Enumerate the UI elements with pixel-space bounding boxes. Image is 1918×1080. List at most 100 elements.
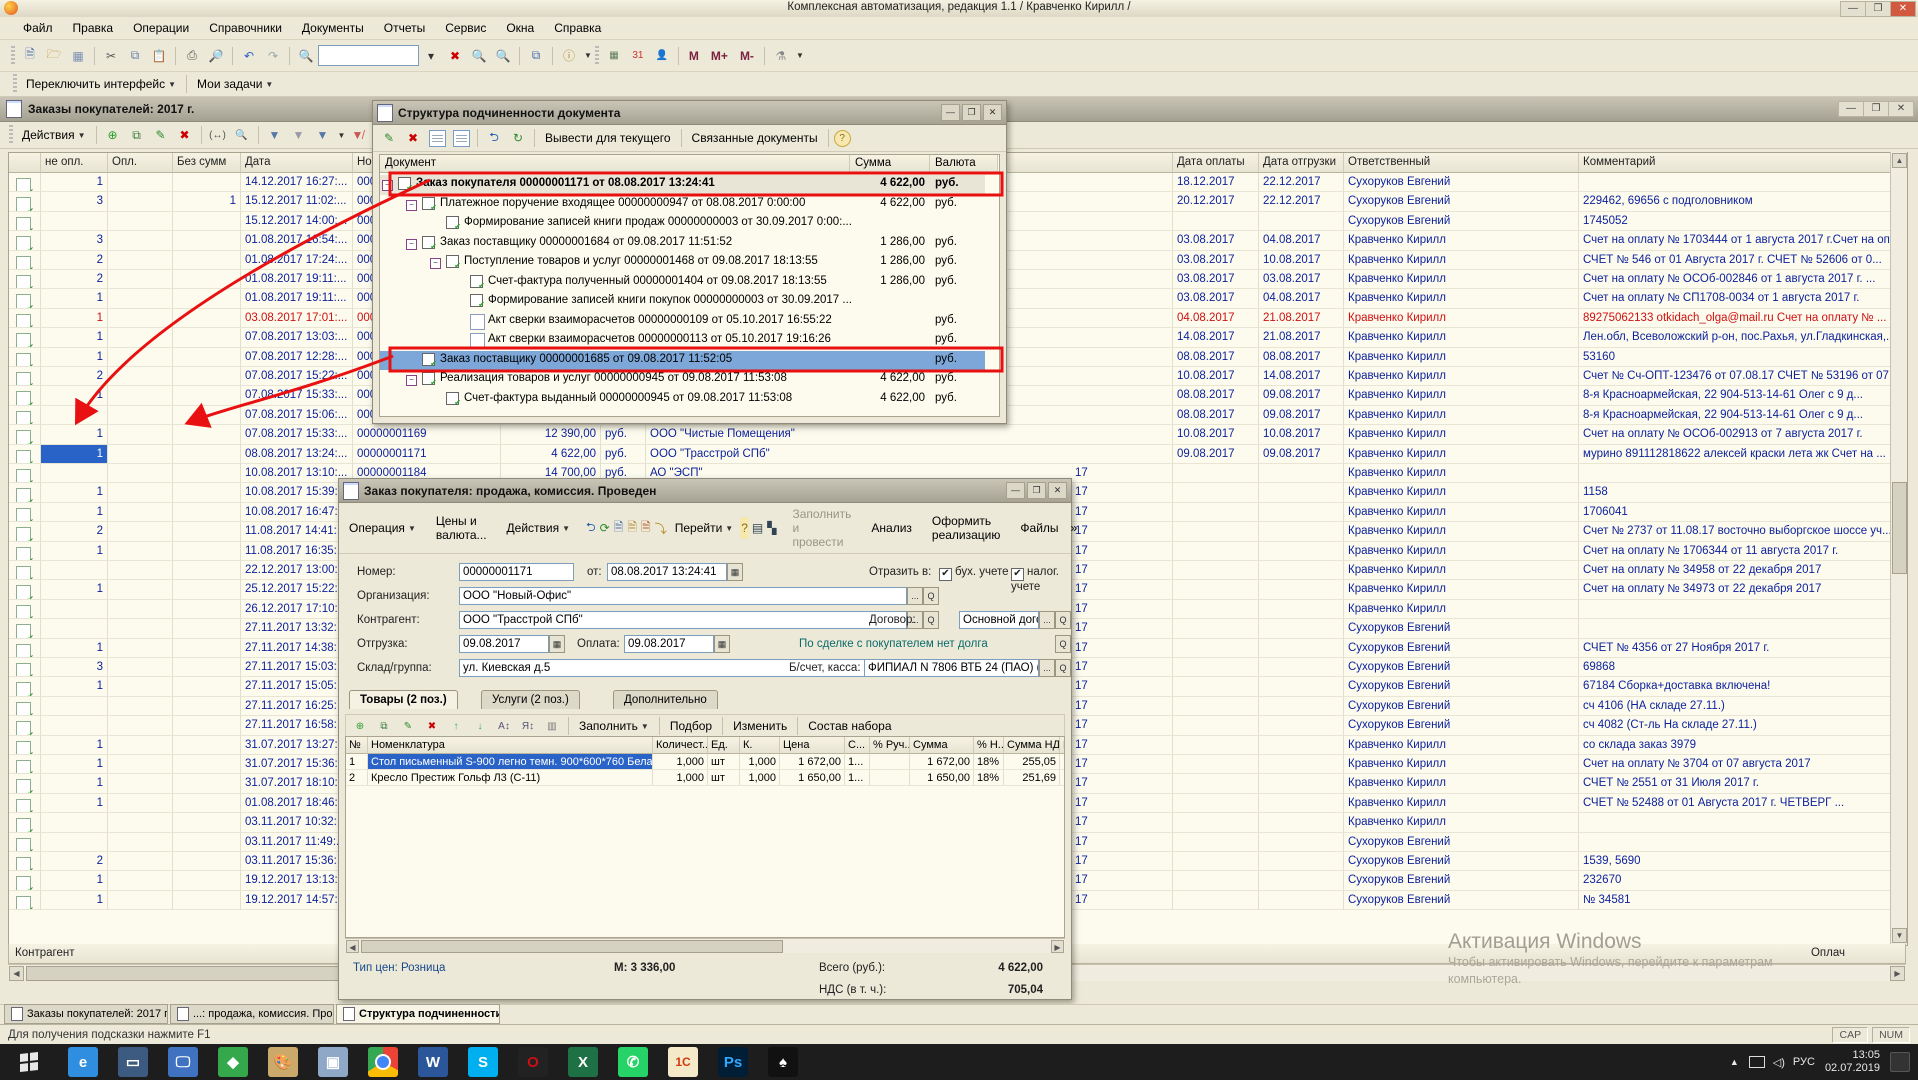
cell[interactable]: 1539, 5690 [1579, 852, 1891, 871]
find-next-icon[interactable]: 🔍 [468, 45, 490, 67]
coins-out-icon[interactable]: 🗎 [640, 517, 652, 539]
tree-row[interactable]: Формирование записей книги покупок 00000… [380, 292, 985, 312]
cell[interactable]: Кравченко Кирилл [1344, 289, 1579, 308]
cell[interactable]: 1 [41, 348, 108, 367]
search-icon[interactable]: 🔍 [295, 45, 317, 67]
item-cell[interactable] [870, 754, 910, 770]
form-toolbar-Действия[interactable]: Действия▼ [501, 519, 577, 537]
cell[interactable]: ООО "Трасстрой СПб" [646, 445, 1173, 464]
cell[interactable] [41, 600, 108, 619]
doc-coins-in-icon[interactable] [426, 127, 448, 149]
column-header-Ответственный[interactable]: Ответственный [1344, 153, 1579, 173]
edit-pencil-icon[interactable]: ✎ [150, 124, 172, 146]
cell[interactable] [1173, 871, 1259, 890]
cell[interactable] [108, 542, 173, 561]
cell[interactable]: 1 [41, 891, 108, 910]
cell[interactable] [1173, 483, 1259, 502]
menu-Файл[interactable]: Файл [14, 19, 62, 37]
tree-row[interactable]: Счет-фактура выданный 00000000945 от 09.… [380, 390, 985, 410]
tree-row[interactable]: −Платежное поручение входящее 0000000094… [380, 195, 985, 215]
cell[interactable] [41, 813, 108, 832]
cell[interactable] [9, 716, 41, 735]
cell[interactable] [173, 309, 241, 328]
cell[interactable] [1173, 852, 1259, 871]
table-settings-icon[interactable]: ▤ [751, 517, 764, 539]
clock[interactable]: 13:05 02.07.2019 [1825, 1049, 1880, 1075]
filter-icon[interactable]: ▼ [288, 124, 310, 146]
cell[interactable]: Кравченко Кирилл [1344, 309, 1579, 328]
cell[interactable] [9, 522, 41, 541]
cell[interactable]: Кравченко Кирилл [1344, 231, 1579, 250]
tree-column-header[interactable]: Валюта [930, 155, 998, 173]
cell[interactable]: 1 [41, 639, 108, 658]
form-toolbar-Цены и валюта...[interactable]: Цены и валюта... [430, 512, 493, 544]
cell[interactable] [1173, 619, 1259, 638]
cell[interactable] [1173, 212, 1259, 231]
item-cell[interactable]: 1 650,00 [780, 770, 845, 786]
cell[interactable] [1259, 852, 1344, 871]
cell[interactable] [9, 736, 41, 755]
item-cell[interactable]: 1 672,00 [780, 754, 845, 770]
cell[interactable]: Кравченко Кирилл [1344, 736, 1579, 755]
column-header-0[interactable] [9, 153, 41, 173]
cell[interactable] [9, 755, 41, 774]
form-toolbar-Операция[interactable]: Операция▼ [343, 519, 422, 537]
cell[interactable]: 27.11.2017 15:03:... [241, 658, 353, 677]
cell[interactable] [1173, 580, 1259, 599]
cell[interactable] [108, 251, 173, 270]
cell[interactable]: 07.08.2017 13:03:... [241, 328, 353, 347]
close-button[interactable]: ✕ [1048, 482, 1067, 499]
cell[interactable]: Кравченко Кирилл [1344, 600, 1579, 619]
cell[interactable]: 1 [41, 309, 108, 328]
actions-button[interactable]: Действия▼ [16, 126, 92, 144]
cell[interactable]: 2 [41, 270, 108, 289]
app-close-button[interactable]: ✕ [1890, 1, 1916, 17]
cell[interactable] [108, 367, 173, 386]
cell[interactable] [9, 386, 41, 405]
delete-icon[interactable]: ✖ [402, 127, 424, 149]
cell[interactable]: 1 [41, 542, 108, 561]
cell[interactable] [9, 871, 41, 890]
cell[interactable] [9, 251, 41, 270]
cell[interactable]: Счет на оплату № СП1708-0034 от 1 август… [1579, 289, 1891, 308]
cell[interactable]: 04.08.2017 [1259, 231, 1344, 250]
items-column-header[interactable]: Всег [1060, 737, 1065, 754]
order-form-titlebar[interactable]: Заказ покупателя: продажа, комиссия. Про… [339, 479, 1071, 503]
cell[interactable] [108, 561, 173, 580]
cell[interactable] [173, 328, 241, 347]
cell[interactable] [173, 561, 241, 580]
cell[interactable]: 21.08.2017 [1259, 309, 1344, 328]
cell[interactable] [9, 270, 41, 289]
cell[interactable] [1579, 619, 1891, 638]
calendar-icon[interactable]: ▦ [549, 635, 565, 653]
cell[interactable] [1579, 600, 1891, 619]
cell[interactable]: 89275062133 otkidach_olga@mail.ru Счет н… [1579, 309, 1891, 328]
cell[interactable]: 27.11.2017 16:58:... [241, 716, 353, 735]
cell[interactable]: 01.08.2017 19:11:... [241, 289, 353, 308]
cell[interactable] [1173, 677, 1259, 696]
chrome-icon[interactable] [368, 1047, 398, 1077]
cell[interactable]: 03.08.2017 [1173, 231, 1259, 250]
cell[interactable] [108, 716, 173, 735]
cell[interactable]: Кравченко Кирилл [1344, 406, 1579, 425]
cell[interactable]: 01.08.2017 17:24:... [241, 251, 353, 270]
cell[interactable] [1579, 173, 1891, 192]
cell[interactable] [108, 309, 173, 328]
delete-icon[interactable]: ✖ [174, 124, 196, 146]
cell[interactable]: 09.08.2017 [1173, 445, 1259, 464]
cell[interactable]: Сухоруков Евгений [1344, 192, 1579, 211]
add-icon[interactable]: ⊕ [102, 124, 124, 146]
cell[interactable] [9, 639, 41, 658]
cell[interactable]: 8-я Красноармейская, 22 904-513-14-61 Ол… [1579, 406, 1891, 425]
lookup-icon[interactable]: Q [923, 611, 939, 629]
cell[interactable]: 15.12.2017 14:00:... [241, 212, 353, 231]
items-column-header[interactable]: № [346, 737, 368, 754]
cell[interactable]: Кравченко Кирилл [1344, 774, 1579, 793]
structure-window-titlebar[interactable]: Структура подчиненности документа — ❐ ✕ [373, 101, 1006, 125]
print-preview-icon[interactable]: 🔎 [205, 45, 227, 67]
cell[interactable] [108, 774, 173, 793]
tree-row[interactable]: Заказ поставщику 00000001685 от 09.08.20… [380, 351, 985, 371]
cell[interactable]: СЧЕТ № 52488 от 01 Августа 2017 г. ЧЕТВЕ… [1579, 794, 1891, 813]
cell[interactable] [9, 483, 41, 502]
cell[interactable] [1173, 542, 1259, 561]
